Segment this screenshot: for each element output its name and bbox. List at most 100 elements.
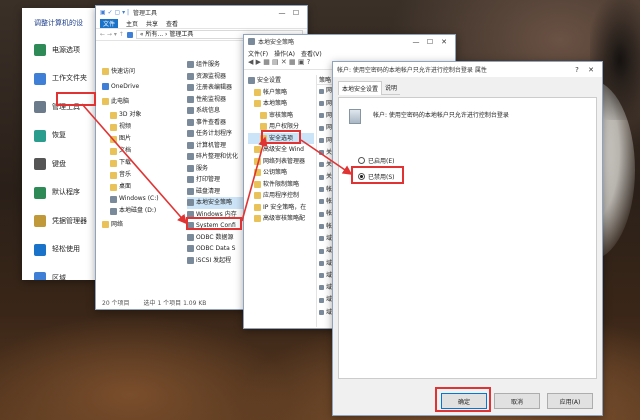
- shortcut-icon: [187, 61, 194, 69]
- shortcut-icon: [187, 256, 194, 264]
- maximize-button[interactable]: ☐: [289, 9, 303, 17]
- tree-folder-icon: [248, 77, 255, 85]
- tab-view[interactable]: 查看: [166, 19, 178, 28]
- policy-icon: [319, 211, 324, 217]
- nav-item[interactable]: 文档: [102, 145, 187, 157]
- close-button[interactable]: ✕: [584, 66, 598, 74]
- nav-item-label: 视频: [119, 123, 132, 131]
- policy-icon: [319, 100, 324, 106]
- shortcut-icon: [187, 130, 194, 138]
- tree-node[interactable]: 高级安全 Wind: [248, 144, 314, 156]
- menu-view[interactable]: 查看(V): [301, 49, 322, 58]
- control-panel-item-icon: [34, 72, 46, 85]
- shortcut-icon: [187, 199, 194, 207]
- tree-node[interactable]: 软件限制策略: [248, 179, 314, 191]
- file-label: 任务计划程序: [196, 130, 233, 137]
- tab-share[interactable]: 共享: [146, 19, 158, 28]
- control-panel-item-label: 键盘: [52, 159, 66, 168]
- shortcut-icon: [187, 72, 194, 80]
- tree-node-label: 高级审核策略配: [263, 215, 306, 222]
- help-button[interactable]: ?: [570, 66, 584, 74]
- properties-dialog: 帐户: 使用空密码的本地帐户只允许进行控制台登录 属性 ? ✕ 本地安全设置 说…: [332, 61, 603, 416]
- nav-item-icon: [110, 135, 117, 143]
- shortcut-icon: [187, 176, 194, 184]
- tree-folder-icon: [254, 180, 261, 188]
- radio-enabled-label: 已启用(E): [368, 158, 395, 165]
- file-label: ODBC Data S: [196, 245, 236, 252]
- status-selection: 选中 1 个项目 1.09 KB: [143, 300, 207, 307]
- nav-item[interactable]: 3D 对象: [102, 109, 187, 121]
- apply-button[interactable]: 应用(A): [547, 393, 593, 409]
- radio-circle[interactable]: [358, 157, 365, 164]
- file-label: 计算机管理: [196, 141, 227, 149]
- tree-node[interactable]: 网络列表管理器: [248, 156, 314, 168]
- file-label: 性能监视器: [196, 95, 227, 103]
- tree-node[interactable]: 公钥策略: [248, 167, 314, 179]
- minimize-button[interactable]: —: [275, 9, 289, 17]
- tab-home[interactable]: 主页: [126, 19, 138, 28]
- policy-icon: [319, 273, 324, 279]
- nav-item-icon: [110, 207, 117, 215]
- nav-item[interactable]: 下载: [102, 157, 187, 169]
- explorer-nav-pane: 快速访问 OneDrive 此电脑 3D 对象视频图片文档 下载 音乐桌面 Windows …: [102, 64, 187, 232]
- secpol-title: 本地安全策略: [258, 39, 295, 46]
- nav-item-label: OneDrive: [111, 82, 140, 90]
- nav-item-label: 桌面: [119, 183, 132, 191]
- file-label: 注册表编辑器: [196, 84, 233, 91]
- tree-node[interactable]: IP 安全策略，在: [248, 202, 314, 214]
- nav-item[interactable]: 音乐: [102, 169, 187, 181]
- nav-item-icon: [102, 221, 109, 228]
- back-icon[interactable]: ← → ▾ ↑: [100, 31, 124, 38]
- nav-item-label: 3D 对象: [119, 111, 142, 119]
- tree-node-label: 本地策略: [263, 100, 288, 107]
- radio-enabled[interactable]: 已启用(E): [358, 156, 394, 165]
- menu-file[interactable]: 文件(F): [248, 49, 268, 58]
- tab-local-setting[interactable]: 本地安全设置: [338, 81, 383, 95]
- nav-item[interactable]: 图片: [102, 133, 187, 145]
- menu-action[interactable]: 操作(A): [274, 49, 295, 58]
- policy-icon: [319, 248, 324, 254]
- nav-item[interactable]: OneDrive: [102, 79, 187, 94]
- tree-node[interactable]: 帐户策略: [248, 87, 314, 99]
- tree-node[interactable]: 本地策略: [248, 98, 314, 110]
- nav-item[interactable]: Windows (C:): [102, 193, 187, 205]
- file-label: 打印管理: [196, 176, 221, 183]
- nav-item[interactable]: 桌面: [102, 181, 187, 193]
- control-panel-item-label: 默认程序: [52, 188, 80, 196]
- policy-icon: [319, 150, 324, 156]
- maximize-button[interactable]: ☐: [423, 38, 437, 46]
- policy-icon: [319, 113, 324, 119]
- tab-file[interactable]: 文件: [100, 19, 119, 28]
- close-button[interactable]: ✕: [437, 38, 451, 46]
- shortcut-icon: [187, 164, 194, 172]
- tree-folder-icon: [254, 100, 261, 108]
- nav-item[interactable]: 本地磁盘 (D:): [102, 205, 187, 217]
- tree-node-label: 安全设置: [257, 77, 282, 84]
- file-label: 服务: [196, 164, 209, 172]
- cancel-button[interactable]: 取消: [494, 393, 540, 409]
- folder-icon: [126, 31, 133, 38]
- secpol-menu: 文件(F) 操作(A) 查看(V): [244, 48, 455, 58]
- tree-folder-icon: [254, 192, 261, 200]
- tree-node-label: 网络列表管理器: [263, 157, 306, 165]
- tree-node[interactable]: 高级审核策略配: [248, 213, 314, 225]
- nav-item-label: 图片: [119, 135, 132, 143]
- tree-node-label: 应用程序控制: [263, 192, 300, 199]
- minimize-button[interactable]: —: [409, 38, 423, 46]
- nav-item[interactable]: 网络: [102, 217, 187, 232]
- tab-explain[interactable]: 说明: [382, 81, 401, 95]
- tree-node-label: 帐户策略: [263, 88, 288, 96]
- control-panel-item-icon: [34, 129, 46, 142]
- shortcut-icon: [187, 141, 194, 149]
- tree-node[interactable]: 应用程序控制: [248, 190, 314, 202]
- nav-item-label: 快速访问: [111, 67, 136, 75]
- nav-item[interactable]: 此电脑: [102, 94, 187, 109]
- shortcut-icon: [187, 245, 194, 253]
- control-panel-item-label: 轻松使用: [52, 245, 80, 253]
- tree-node[interactable]: 安全设置: [248, 75, 314, 87]
- tree-node[interactable]: 审核策略: [248, 110, 314, 122]
- policy-icon: [349, 109, 361, 124]
- secpol-tree: 安全设置 帐户策略 本地策略 审核策略 用户权限分 安全选项 高级安全 Wind 网络列表管理…: [248, 75, 314, 225]
- nav-item[interactable]: 快速访问: [102, 64, 187, 79]
- nav-item[interactable]: 视频: [102, 121, 187, 133]
